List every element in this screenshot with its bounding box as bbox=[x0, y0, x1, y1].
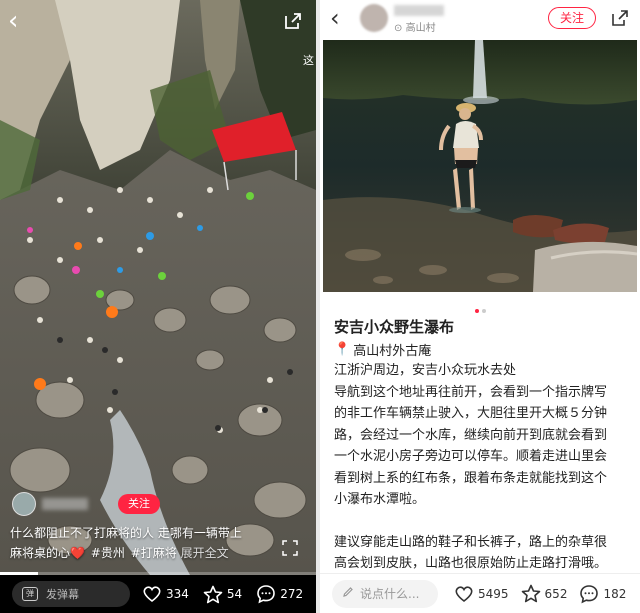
author-row: 关注 bbox=[12, 492, 160, 516]
caption-line-1: 什么都阻止不了打麻将的人 走哪有一辆带上 bbox=[10, 526, 242, 540]
follow-button[interactable]: 关注 bbox=[118, 494, 160, 514]
collect-button[interactable]: 652 bbox=[521, 584, 568, 603]
star-icon bbox=[203, 585, 223, 603]
danmu-input[interactable]: 弹 发弹幕 bbox=[12, 581, 130, 607]
like-button[interactable]: 5495 bbox=[454, 585, 509, 603]
post-place-text: 高山村外古庵 bbox=[353, 344, 432, 359]
post-body: 江浙沪周边，安吉小众玩水去处 导航到这个地址再往前开，会看到一个指示牌写 的非工… bbox=[334, 360, 632, 575]
pager-dot[interactable] bbox=[474, 309, 479, 313]
comment-icon bbox=[580, 584, 599, 603]
comment-input[interactable]: 说点什么... bbox=[332, 579, 438, 608]
body-line: 高会划到皮肤，山路也很原始防止走路打滑哦。 bbox=[334, 556, 608, 571]
body-line: 路，会经过一个水库，继续向前开到底就会看到 bbox=[334, 427, 608, 443]
like-count: 5495 bbox=[478, 586, 509, 601]
video-post-panel: ‹ 这 关注 什么都阻止不了打麻将的人 走哪有一辆带上 麻将桌的心❤️ #贵州 … bbox=[0, 0, 316, 613]
collect-count: 54 bbox=[226, 587, 243, 601]
location-pin-icon: ⊙ bbox=[394, 23, 403, 34]
fullscreen-icon[interactable] bbox=[282, 540, 298, 556]
avatar[interactable] bbox=[12, 492, 36, 516]
back-icon[interactable]: ‹ bbox=[330, 6, 340, 30]
image-post-panel: ‹ ⊙ 高山村 关注 安吉小众野生瀑布 📍 高山村外古庵 江浙沪周边，安吉小众玩… bbox=[320, 0, 640, 613]
image-pager bbox=[320, 298, 640, 317]
follow-button[interactable]: 关注 bbox=[548, 7, 596, 29]
post-place[interactable]: 📍 高山村外古庵 bbox=[334, 340, 431, 359]
body-line: 一个水泥小房子旁边可以停车。顺着走进山里会 bbox=[334, 449, 608, 464]
comment-button[interactable]: 272 bbox=[256, 584, 303, 604]
body-line: 建议穿能走山路的鞋子和长裤子，路上的杂草很 bbox=[334, 534, 608, 550]
author-name-blurred[interactable] bbox=[42, 498, 88, 510]
danmu-icon: 弹 bbox=[22, 587, 38, 601]
post-image[interactable] bbox=[323, 40, 637, 292]
video-frame[interactable] bbox=[0, 0, 316, 575]
video-bottom-bar: 弹 发弹幕 334 54 272 bbox=[0, 575, 316, 613]
share-icon[interactable] bbox=[282, 10, 304, 32]
hashtag-guizhou[interactable]: #贵州 bbox=[91, 546, 125, 560]
avatar[interactable] bbox=[360, 4, 388, 32]
side-hint-text: 这 bbox=[303, 54, 314, 67]
body-line: 的非工作车辆禁止驶入，大胆往里开大概５分钟 bbox=[334, 406, 608, 421]
comment-count: 182 bbox=[603, 586, 627, 601]
pin-icon: 📍 bbox=[334, 342, 351, 357]
like-button[interactable]: 334 bbox=[142, 585, 189, 603]
collect-button[interactable]: 54 bbox=[203, 585, 242, 604]
note-bottom-bar: 说点什么... 5495 652 182 bbox=[320, 573, 640, 613]
video-top-bar: ‹ 这 bbox=[0, 0, 316, 67]
comment-count: 272 bbox=[280, 587, 304, 601]
hashtag-mahjong[interactable]: #打麻将 bbox=[131, 546, 177, 560]
screenshot-frame: ‹ 这 关注 什么都阻止不了打麻将的人 走哪有一辆带上 麻将桌的心❤️ #贵州 … bbox=[0, 0, 640, 613]
collect-count: 652 bbox=[544, 586, 568, 601]
star-icon bbox=[521, 584, 540, 603]
body-line: 导航到这个地址再往前开，会看到一个指示牌写 bbox=[334, 384, 608, 400]
body-line: 小瀑布水潭啦。 bbox=[334, 492, 426, 507]
body-line: 看到树上系的红布条，跟着布条走就能找到这个 bbox=[334, 470, 608, 486]
author-location-text: 高山村 bbox=[405, 23, 436, 34]
author-location: ⊙ 高山村 bbox=[394, 19, 436, 34]
heart-icon bbox=[143, 586, 161, 603]
comment-icon bbox=[257, 585, 275, 604]
author-name-blurred[interactable] bbox=[394, 5, 444, 16]
body-line: 江浙沪周边，安吉小众玩水去处 bbox=[334, 363, 517, 378]
expand-text-link[interactable]: 展开全文 bbox=[181, 546, 229, 560]
comment-button[interactable]: 182 bbox=[579, 584, 626, 604]
note-header: ‹ ⊙ 高山村 关注 bbox=[320, 0, 640, 38]
share-icon[interactable] bbox=[610, 8, 630, 28]
danmu-placeholder: 发弹幕 bbox=[46, 588, 79, 601]
video-caption[interactable]: 什么都阻止不了打麻将的人 走哪有一辆带上 麻将桌的心❤️ #贵州 #打麻将 展开… bbox=[10, 523, 310, 563]
back-icon[interactable]: ‹ bbox=[8, 8, 32, 34]
pen-icon bbox=[342, 586, 354, 601]
pager-dot[interactable] bbox=[481, 309, 486, 313]
heart-emoji: ❤️ bbox=[70, 546, 85, 560]
like-count: 334 bbox=[166, 587, 189, 601]
post-title: 安吉小众野生瀑布 bbox=[334, 318, 455, 336]
caption-line-2: 麻将桌的心 bbox=[10, 546, 71, 560]
heart-icon bbox=[455, 585, 473, 602]
comment-placeholder: 说点什么... bbox=[360, 587, 420, 601]
